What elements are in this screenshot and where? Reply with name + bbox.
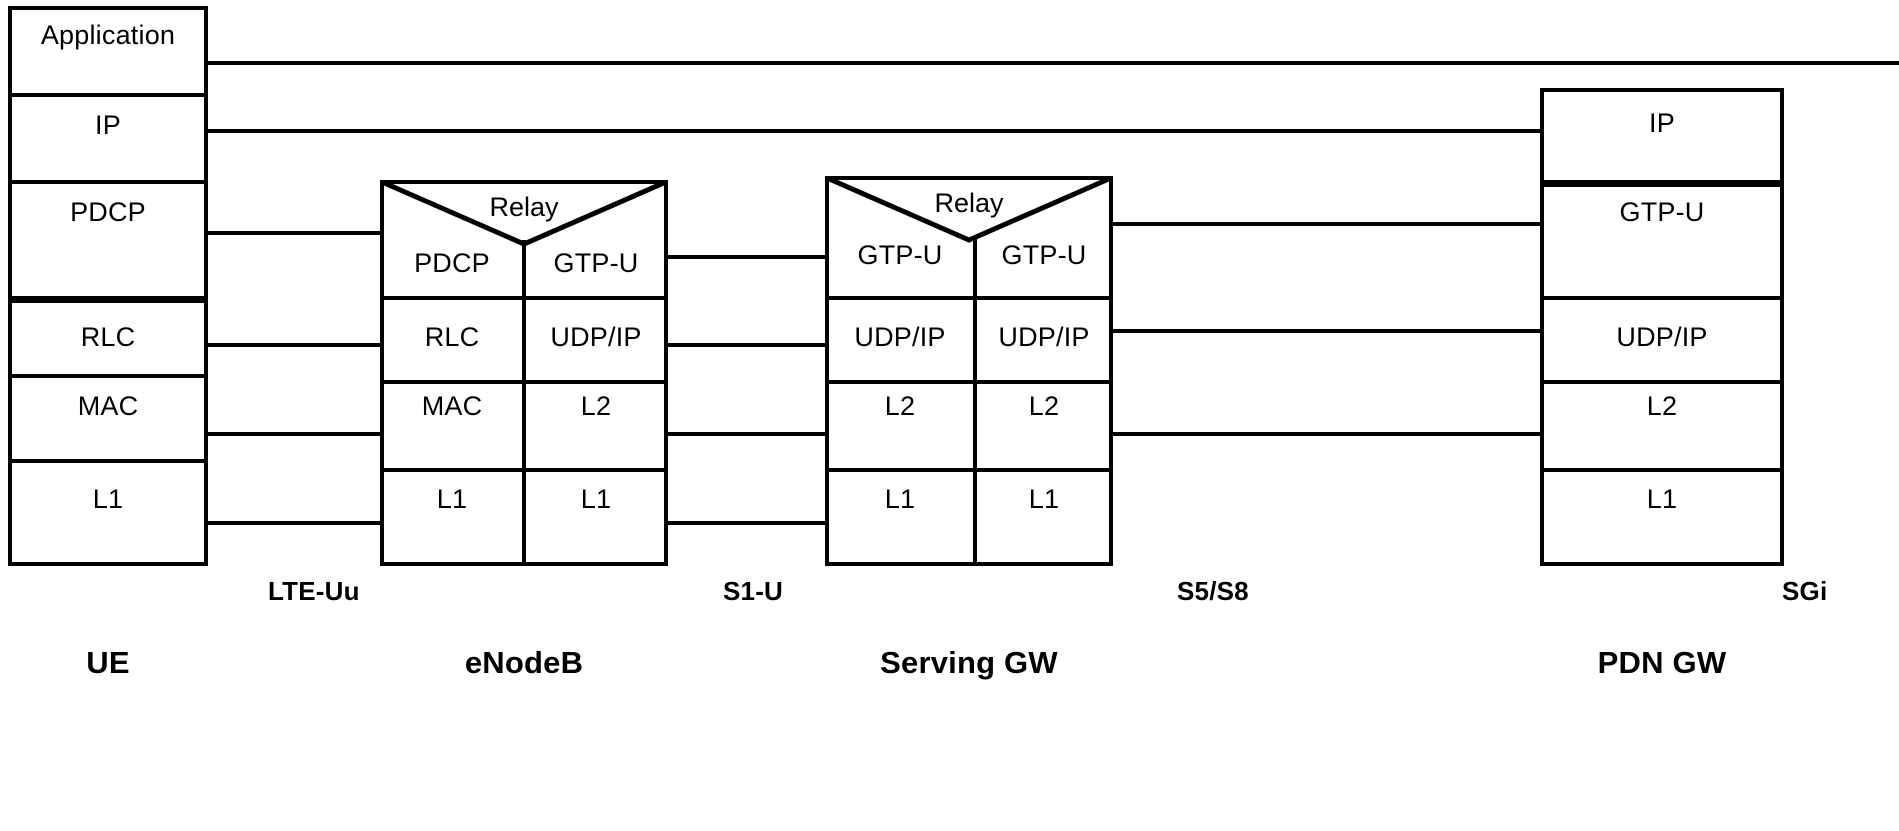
enodeb-left-rlc: RLC — [424, 322, 480, 352]
ue-layer-ip: IP — [95, 110, 121, 140]
ue-stack — [8, 6, 208, 566]
enodeb-left-mac: MAC — [421, 391, 483, 421]
ue-layer-pdcp: PDCP — [70, 197, 146, 227]
pdn-gw-layer-udpip: UDP/IP — [1616, 322, 1708, 352]
enodeb-relay-label: Relay — [489, 192, 559, 222]
serving-gw-right-l2: L2 — [1028, 391, 1060, 421]
interface-label-lte-uu: LTE-Uu — [268, 576, 360, 606]
serving-gw-left-gtpu: GTP-U — [857, 240, 943, 270]
node-label-ue: UE — [86, 645, 130, 680]
connector-enodeb-sgw-udpip — [666, 343, 830, 347]
serving-gw-divider-row3-row4 — [825, 468, 1113, 472]
serving-gw-right-gtpu: GTP-U — [1001, 240, 1087, 270]
connector-ue-enodeb-pdcp — [206, 231, 384, 235]
pdn-gw-layer-ip: IP — [1649, 108, 1675, 138]
enodeb-right-gtpu: GTP-U — [553, 248, 639, 278]
connector-ue-enodeb-rlc — [206, 343, 384, 347]
serving-gw-left-l2: L2 — [884, 391, 916, 421]
enodeb-right-udpip: UDP/IP — [550, 322, 642, 352]
pdn-gw-divider-l2-l1 — [1540, 468, 1784, 472]
enodeb-left-pdcp: PDCP — [414, 248, 490, 278]
serving-gw-divider-row1-row2 — [825, 296, 1113, 300]
connector-enodeb-sgw-l1 — [666, 521, 830, 525]
enodeb-divider-row1-row2 — [380, 296, 668, 300]
interface-label-sgi: SGi — [1782, 576, 1828, 606]
node-label-enodeb: eNodeB — [464, 645, 584, 680]
pdn-gw-divider-ip-gtpu — [1540, 180, 1784, 187]
node-label-pdn-gw: PDN GW — [1597, 645, 1727, 680]
pdn-gw-layer-l2: L2 — [1646, 391, 1678, 421]
pdn-gw-layer-l1: L1 — [1646, 484, 1678, 514]
node-label-serving-gw: Serving GW — [880, 645, 1058, 680]
serving-gw-left-l1: L1 — [884, 484, 916, 514]
serving-gw-divider-row2-row3 — [825, 380, 1113, 384]
interface-label-s5-s8: S5/S8 — [1177, 576, 1249, 606]
connector-enodeb-sgw-l2 — [666, 432, 830, 436]
ue-layer-rlc: RLC — [80, 322, 136, 352]
serving-gw-relay-label: Relay — [934, 188, 1004, 218]
ue-divider-pdcp-rlc — [8, 296, 208, 303]
ue-layer-l1: L1 — [92, 484, 124, 514]
ue-layer-application: Application — [40, 20, 176, 50]
ue-divider-ip-pdcp — [8, 180, 208, 184]
connector-ue-enodeb-mac — [206, 432, 384, 436]
protocol-stack-diagram: Application IP PDCP RLC MAC L1 Relay PDC… — [0, 0, 1899, 831]
ue-layer-mac: MAC — [77, 391, 139, 421]
association-line-ip — [206, 129, 1542, 133]
association-line-application — [206, 61, 1899, 65]
connector-sgw-pgw-udpip — [1111, 329, 1545, 333]
connector-ue-enodeb-l1 — [206, 521, 384, 525]
ue-divider-application-ip — [8, 93, 208, 97]
enodeb-right-l2: L2 — [580, 391, 612, 421]
enodeb-right-l1: L1 — [580, 484, 612, 514]
enodeb-divider-row2-row3 — [380, 380, 668, 384]
pdn-gw-divider-udpip-l2 — [1540, 380, 1784, 384]
serving-gw-left-udpip: UDP/IP — [854, 322, 946, 352]
ue-divider-rlc-mac — [8, 374, 208, 378]
enodeb-divider-row3-row4 — [380, 468, 668, 472]
serving-gw-right-udpip: UDP/IP — [998, 322, 1090, 352]
pdn-gw-divider-gtpu-udpip — [1540, 296, 1784, 300]
ue-divider-mac-l1 — [8, 459, 208, 463]
interface-label-s1-u: S1-U — [723, 576, 784, 606]
connector-sgw-pgw-gtpu — [1111, 222, 1545, 226]
pdn-gw-layer-gtpu: GTP-U — [1619, 197, 1705, 227]
serving-gw-right-l1: L1 — [1028, 484, 1060, 514]
enodeb-left-l1: L1 — [436, 484, 468, 514]
connector-sgw-pgw-l2 — [1111, 432, 1545, 436]
connector-enodeb-sgw-gtpu — [666, 255, 830, 259]
